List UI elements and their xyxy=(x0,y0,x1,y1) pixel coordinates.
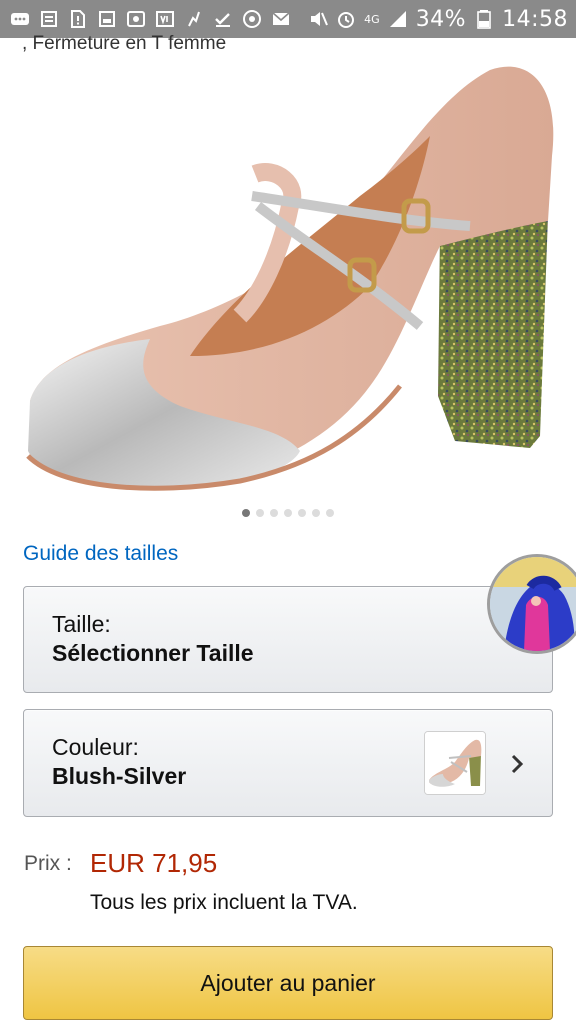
size-guide-link[interactable]: Guide des tailles xyxy=(23,542,178,566)
carousel-dot[interactable] xyxy=(326,509,334,517)
network-4g-icon: 4G xyxy=(364,12,380,26)
product-image[interactable] xyxy=(0,56,576,496)
carousel-dot-active[interactable] xyxy=(242,509,250,517)
clock: 14:58 xyxy=(502,6,568,32)
battery-level: 34% xyxy=(415,6,467,32)
price-value: EUR 71,95 xyxy=(90,848,218,878)
carousel-dot[interactable] xyxy=(270,509,278,517)
price-label: Prix : xyxy=(24,852,72,875)
gallery-icon xyxy=(97,9,117,29)
carousel-indicator xyxy=(0,509,576,517)
chevron-right-icon xyxy=(510,752,526,776)
vpn-icon xyxy=(155,9,175,29)
product-title-fragment: , Fermeture en T femme xyxy=(22,33,227,54)
file-alert-icon xyxy=(68,9,88,29)
system-icons: 4G 34% 14:58 xyxy=(308,7,568,32)
color-selector[interactable]: Couleur: Blush-Silver xyxy=(23,709,553,817)
carousel-dot[interactable] xyxy=(256,509,264,517)
carousel-dot[interactable] xyxy=(312,509,320,517)
size-value: Sélectionner Taille xyxy=(52,640,254,666)
add-to-cart-button[interactable]: Ajouter au panier xyxy=(23,946,553,1020)
color-swatch-thumbnail xyxy=(424,731,486,795)
speedometer-icon xyxy=(242,9,262,29)
size-label: Taille: xyxy=(52,611,111,637)
signal-icon xyxy=(388,9,408,29)
mute-icon xyxy=(308,9,329,29)
size-selector[interactable]: Taille: Sélectionner Taille xyxy=(23,586,553,693)
message-icon xyxy=(10,9,30,29)
check-icon xyxy=(213,9,233,29)
notification-icons xyxy=(10,9,291,29)
screen-record-icon xyxy=(126,9,146,29)
fitness-icon xyxy=(184,9,204,29)
carousel-dot[interactable] xyxy=(284,509,292,517)
chat-head-avatar[interactable] xyxy=(487,554,576,654)
mail-icon xyxy=(271,9,291,29)
carousel-dot[interactable] xyxy=(298,509,306,517)
voicemail-icon xyxy=(39,9,59,29)
alarm-icon xyxy=(336,9,356,29)
battery-icon xyxy=(474,9,494,29)
vat-note: Tous les prix incluent la TVA. xyxy=(90,891,358,914)
